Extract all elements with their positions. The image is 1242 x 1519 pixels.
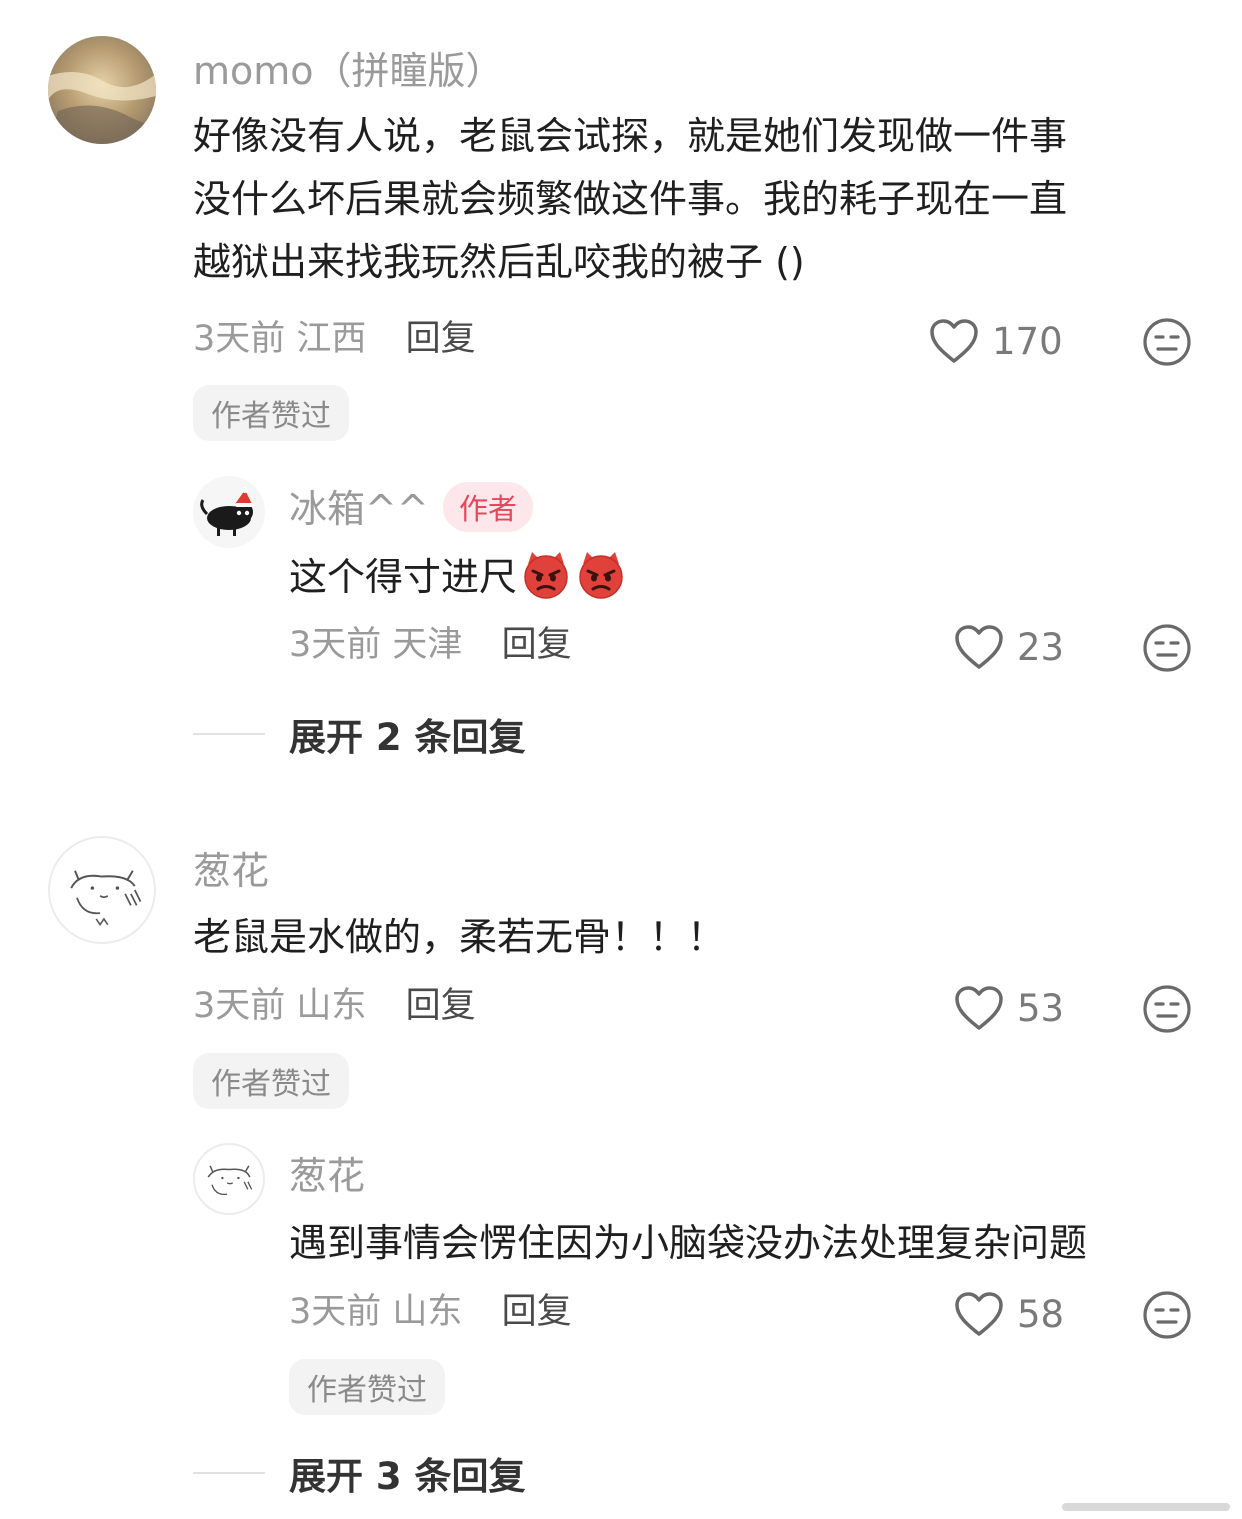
like-button[interactable]: 53 [953, 984, 1064, 1032]
neutral-face-icon[interactable] [1142, 1290, 1192, 1340]
comment-text-line: 越狱出来找我玩然后乱咬我的被子 () [193, 240, 805, 284]
like-count: 58 [1017, 1292, 1065, 1336]
location: 山东 [392, 1292, 463, 1332]
author-liked-badge: 作者赞过 [193, 1053, 349, 1109]
neutral-face-icon[interactable] [1142, 317, 1192, 367]
author-liked-badge: 作者赞过 [289, 1359, 445, 1415]
author-liked-badge: 作者赞过 [193, 385, 349, 441]
heart-outline-icon [955, 986, 1003, 1030]
divider [193, 1472, 265, 1474]
location: 天津 [392, 625, 463, 665]
comment-text-body: 这个得寸进尺 [289, 555, 518, 599]
timestamp: 3天前 [193, 319, 286, 359]
username[interactable]: 葱花 [289, 1157, 365, 1195]
comment-text: 遇到事情会愣住因为小脑袋没办法处理复杂问题 [289, 1221, 1088, 1265]
neutral-face-icon[interactable] [1142, 623, 1192, 673]
angry-devil-emoji [575, 548, 627, 600]
avatar[interactable] [193, 476, 265, 548]
author-badge: 作者 [443, 482, 534, 532]
like-button[interactable]: 23 [953, 623, 1064, 671]
comment-text-line: 没什么坏后果就会频繁做这件事。我的耗子现在一直 [193, 177, 1068, 221]
like-count: 170 [992, 319, 1063, 363]
like-count: 23 [1017, 625, 1065, 669]
like-count: 53 [1017, 986, 1065, 1030]
username[interactable]: 冰箱^^ [289, 490, 429, 528]
avatar[interactable] [48, 836, 156, 944]
home-indicator [1062, 1503, 1230, 1511]
timestamp: 3天前 [193, 986, 286, 1026]
like-button[interactable]: 58 [953, 1290, 1064, 1338]
location: 江西 [296, 319, 367, 359]
expand-replies-label: 展开 3 条回复 [289, 1455, 526, 1498]
angry-devil-emoji [520, 548, 572, 600]
comment-meta: 3天前 江西 回复 [193, 322, 476, 357]
comment-meta: 3天前 山东 回复 [289, 1295, 572, 1330]
username[interactable]: momo（拼瞳版） [193, 52, 504, 90]
comment-text: 老鼠是水做的，柔若无骨！！！ [193, 915, 726, 959]
avatar[interactable] [193, 1143, 265, 1215]
like-button[interactable]: 170 [928, 317, 1063, 365]
reply-button[interactable]: 回复 [502, 625, 572, 665]
timestamp: 3天前 [289, 1292, 382, 1332]
avatar[interactable] [48, 36, 156, 144]
neutral-face-icon[interactable] [1142, 984, 1192, 1034]
heart-outline-icon [955, 625, 1003, 669]
timestamp: 3天前 [289, 625, 382, 665]
comment-text: 好像没有人说，老鼠会试探，就是她们发现做一件事 没什么坏后果就会频繁做这件事。我… [193, 105, 1067, 294]
expand-replies-button[interactable]: 展开 2 条回复 [193, 707, 526, 761]
reply-button[interactable]: 回复 [406, 319, 476, 359]
comment-text-line: 好像没有人说，老鼠会试探，就是她们发现做一件事 [193, 114, 1068, 158]
expand-replies-label: 展开 2 条回复 [289, 716, 526, 759]
reply-button[interactable]: 回复 [406, 986, 476, 1026]
comment-meta: 3天前 山东 回复 [193, 989, 476, 1024]
heart-outline-icon [930, 319, 978, 363]
username[interactable]: 葱花 [193, 852, 269, 890]
heart-outline-icon [955, 1292, 1003, 1336]
divider [193, 733, 265, 735]
comment-meta: 3天前 天津 回复 [289, 628, 572, 663]
expand-replies-button[interactable]: 展开 3 条回复 [193, 1446, 526, 1500]
comment-text: 这个得寸进尺 [289, 546, 627, 609]
location: 山东 [296, 986, 367, 1026]
reply-button[interactable]: 回复 [502, 1292, 572, 1332]
